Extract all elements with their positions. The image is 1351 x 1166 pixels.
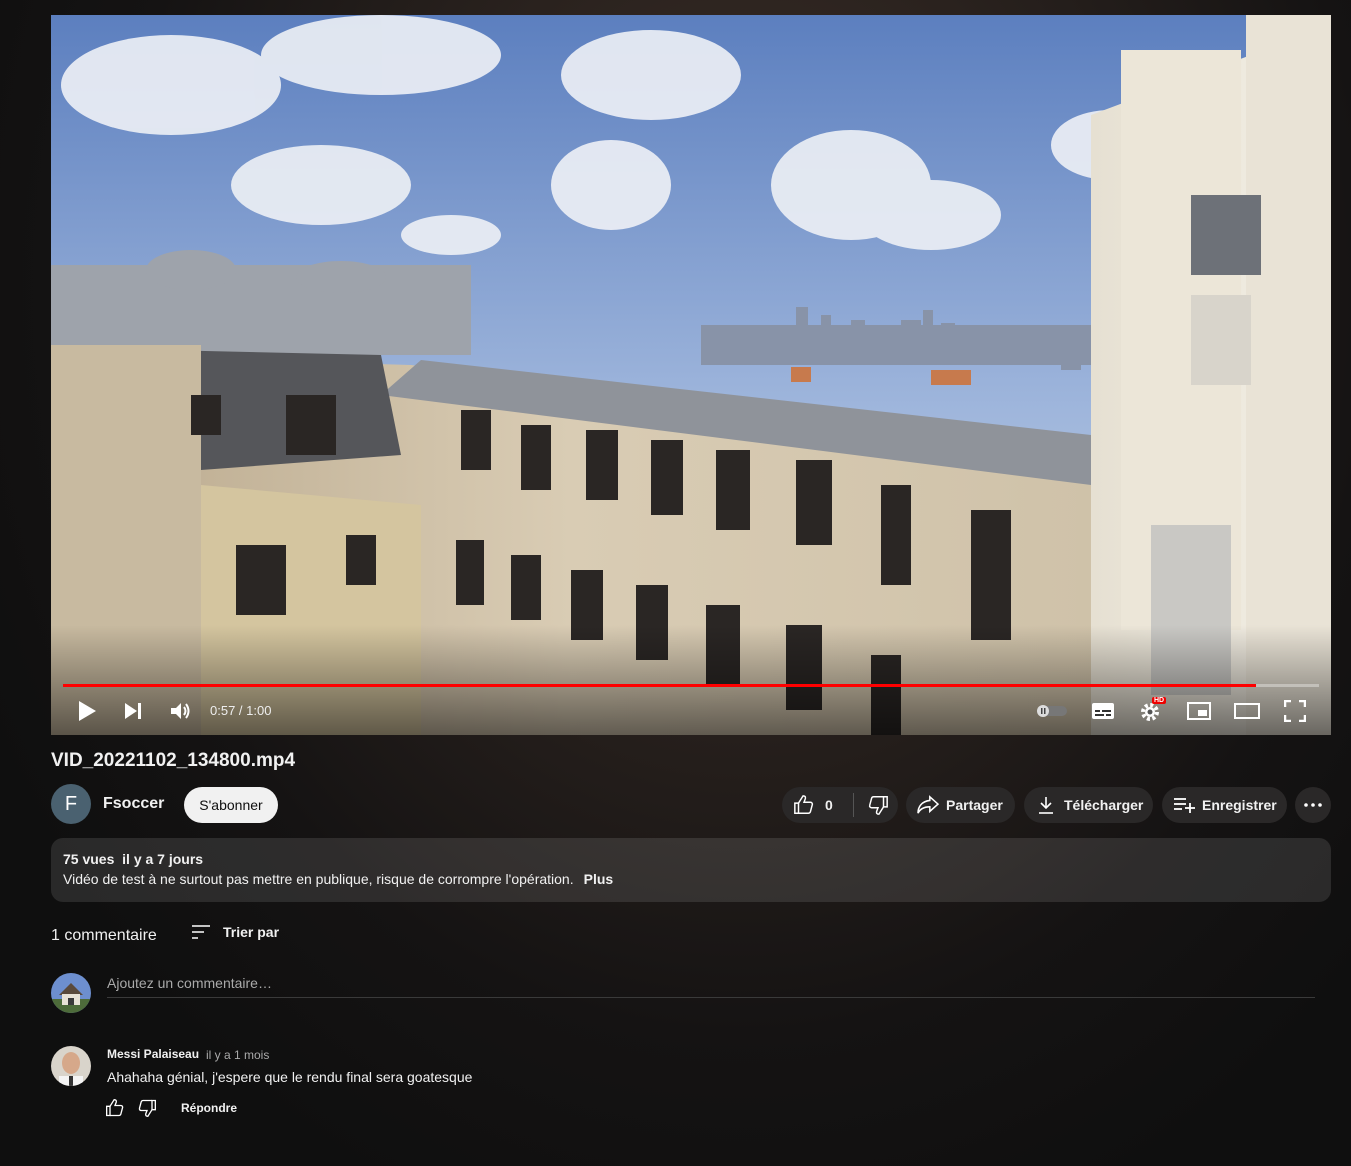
thumbs-up-icon	[106, 1098, 124, 1117]
like-count: 0	[825, 797, 833, 813]
fullscreen-icon	[1284, 700, 1306, 722]
download-button[interactable]: Télécharger	[1024, 787, 1153, 823]
dislike-button[interactable]	[854, 794, 889, 816]
comment-input[interactable]: Ajoutez un commentaire…	[107, 975, 272, 991]
thumbs-up-icon	[794, 795, 814, 814]
share-label: Partager	[946, 797, 1003, 813]
reply-button[interactable]: Répondre	[181, 1101, 237, 1115]
comment-dislike-button[interactable]	[137, 1098, 157, 1118]
sort-label: Trier par	[223, 924, 280, 940]
comment-time[interactable]: il y a 1 mois	[206, 1048, 269, 1062]
hd-badge: HD	[1152, 697, 1167, 704]
save-label: Enregistrer	[1202, 797, 1277, 813]
current-user-avatar	[51, 973, 91, 1013]
description-meta: 75 vues il y a 7 jours	[63, 851, 203, 867]
sort-button[interactable]: Trier par	[191, 924, 279, 940]
comment-like-button[interactable]	[105, 1098, 125, 1118]
miniplayer-button[interactable]	[1186, 699, 1212, 723]
person-avatar-icon	[51, 1046, 91, 1086]
thumbs-down-icon	[868, 796, 888, 815]
download-icon	[1039, 797, 1053, 814]
show-more-button[interactable]: Plus	[584, 871, 614, 887]
subscribe-button[interactable]: S'abonner	[184, 787, 278, 823]
play-icon	[79, 701, 96, 721]
like-button[interactable]: 0	[782, 794, 843, 816]
volume-icon	[171, 703, 190, 719]
subtitles-button[interactable]	[1091, 699, 1115, 723]
user-avatar-icon	[51, 973, 91, 1013]
comment-author[interactable]: Messi Palaiseau	[107, 1047, 199, 1061]
more-actions-button[interactable]	[1295, 787, 1331, 823]
theater-mode-button[interactable]	[1233, 699, 1261, 723]
channel-name[interactable]: Fsoccer	[103, 795, 164, 813]
autoplay-icon	[1037, 705, 1067, 717]
progress-bar[interactable]	[63, 684, 1319, 687]
subtitles-icon	[1092, 703, 1114, 719]
description-text: Vidéo de test à ne surtout pas mettre en…	[63, 871, 613, 887]
progress-played	[63, 684, 1257, 687]
description-box[interactable]: 75 vues il y a 7 jours Vidéo de test à n…	[51, 838, 1331, 902]
settings-button[interactable]: HD	[1139, 697, 1167, 723]
description-body: Vidéo de test à ne surtout pas mettre en…	[63, 871, 574, 887]
download-label: Télécharger	[1064, 797, 1144, 813]
thumbs-down-icon	[138, 1099, 156, 1118]
video-player[interactable]: 0:57 / 1:00 HD	[51, 15, 1331, 735]
skip-next-icon	[125, 703, 141, 719]
sort-icon	[192, 925, 210, 939]
share-button[interactable]: Partager	[906, 787, 1015, 823]
time-display: 0:57 / 1:00	[210, 703, 272, 718]
miniplayer-icon	[1187, 702, 1211, 720]
mute-button[interactable]	[168, 699, 194, 723]
save-button[interactable]: Enregistrer	[1162, 787, 1287, 823]
more-horiz-icon	[1304, 803, 1322, 807]
like-dislike-group: 0	[782, 787, 898, 823]
comment-input-underline	[107, 997, 1315, 998]
autoplay-toggle[interactable]	[1035, 699, 1069, 723]
view-count: 75 vues	[63, 851, 115, 867]
channel-avatar[interactable]: F	[51, 784, 91, 824]
video-title: VID_20221102_134800.mp4	[51, 750, 296, 771]
comment-actions: Répondre	[105, 1098, 237, 1118]
play-button[interactable]	[75, 699, 99, 723]
comment-count: 1 commentaire	[51, 927, 157, 944]
fullscreen-button[interactable]	[1282, 699, 1308, 723]
share-icon	[917, 795, 939, 814]
theater-icon	[1234, 703, 1260, 719]
upload-date: il y a 7 jours	[122, 851, 204, 867]
comment-text: Ahahaha génial, j'espere que le rendu fi…	[107, 1069, 473, 1085]
next-button[interactable]	[121, 699, 145, 723]
commenter-avatar[interactable]	[51, 1046, 91, 1086]
playlist-add-icon	[1174, 798, 1195, 813]
